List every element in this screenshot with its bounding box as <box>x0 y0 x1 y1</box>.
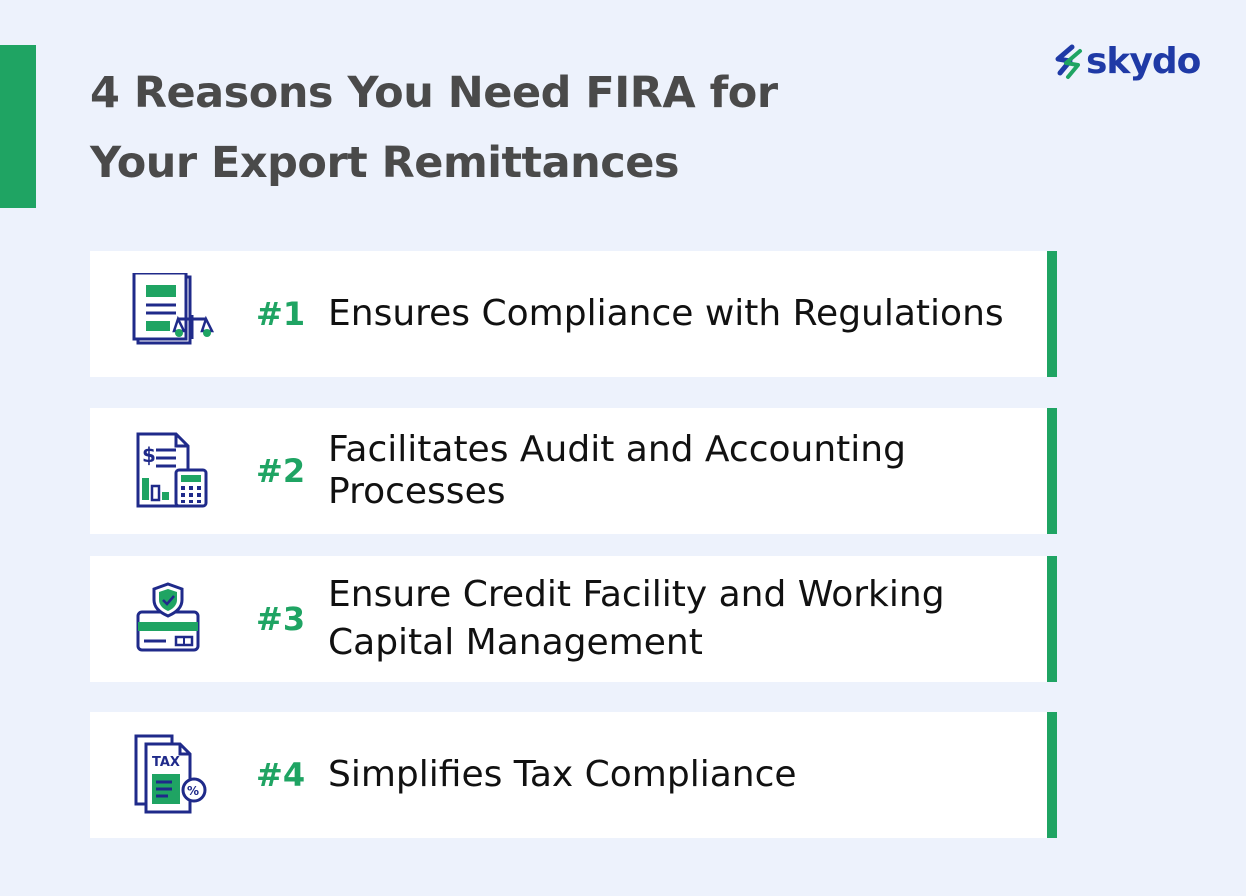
svg-text:$: $ <box>142 443 156 467</box>
tax-document-icon: TAX % <box>132 734 216 816</box>
reason-text-1: Ensures Compliance with Regulations <box>328 251 1028 377</box>
reason-text-3: Ensure Credit Facility and Working Capit… <box>328 556 1028 682</box>
reason-2-line-1: Facilitates Audit and Accounting <box>328 429 906 470</box>
reason-number-3: #3 <box>256 600 306 638</box>
reason-card-1: #1 Ensures Compliance with Regulations <box>90 251 1057 377</box>
document-scales-icon <box>132 271 216 355</box>
skydo-logo-icon <box>1055 44 1082 79</box>
title-line-2: Your Export Remittances <box>90 138 679 188</box>
reason-card-4: TAX % #4 Simplifies Tax Compliance <box>90 712 1057 838</box>
reason-2-line-2: Processes <box>328 471 506 512</box>
brand-logo: skydo <box>1050 36 1201 86</box>
title-line-1: 4 Reasons You Need FIRA for <box>90 68 778 118</box>
page-title: 4 Reasons You Need FIRA for Your Export … <box>90 58 778 198</box>
accent-bar <box>0 45 36 208</box>
reason-number-1: #1 <box>256 295 306 333</box>
svg-text:%: % <box>187 784 199 798</box>
reason-3-line-1: Ensure Credit Facility and Working <box>328 574 945 615</box>
credit-card-shield-icon <box>132 578 216 660</box>
reason-text-2: Facilitates Audit and Accounting Process… <box>328 408 1028 534</box>
brand-name: skydo <box>1086 40 1201 82</box>
svg-text:TAX: TAX <box>152 755 180 770</box>
invoice-calculator-icon: $ <box>132 430 216 512</box>
reason-card-3: #3 Ensure Credit Facility and Working Ca… <box>90 556 1057 682</box>
reason-3-line-2: Capital Management <box>328 622 703 663</box>
reason-number-4: #4 <box>256 756 306 794</box>
reason-4-line-1: Simplifies Tax Compliance <box>328 754 797 795</box>
reason-card-2: $ #2 Facilitates Audit and Accounting Pr… <box>90 408 1057 534</box>
reason-1-line-1: Ensures Compliance with Regulations <box>328 293 1004 334</box>
reason-text-4: Simplifies Tax Compliance <box>328 712 1028 838</box>
reason-number-2: #2 <box>256 452 306 490</box>
